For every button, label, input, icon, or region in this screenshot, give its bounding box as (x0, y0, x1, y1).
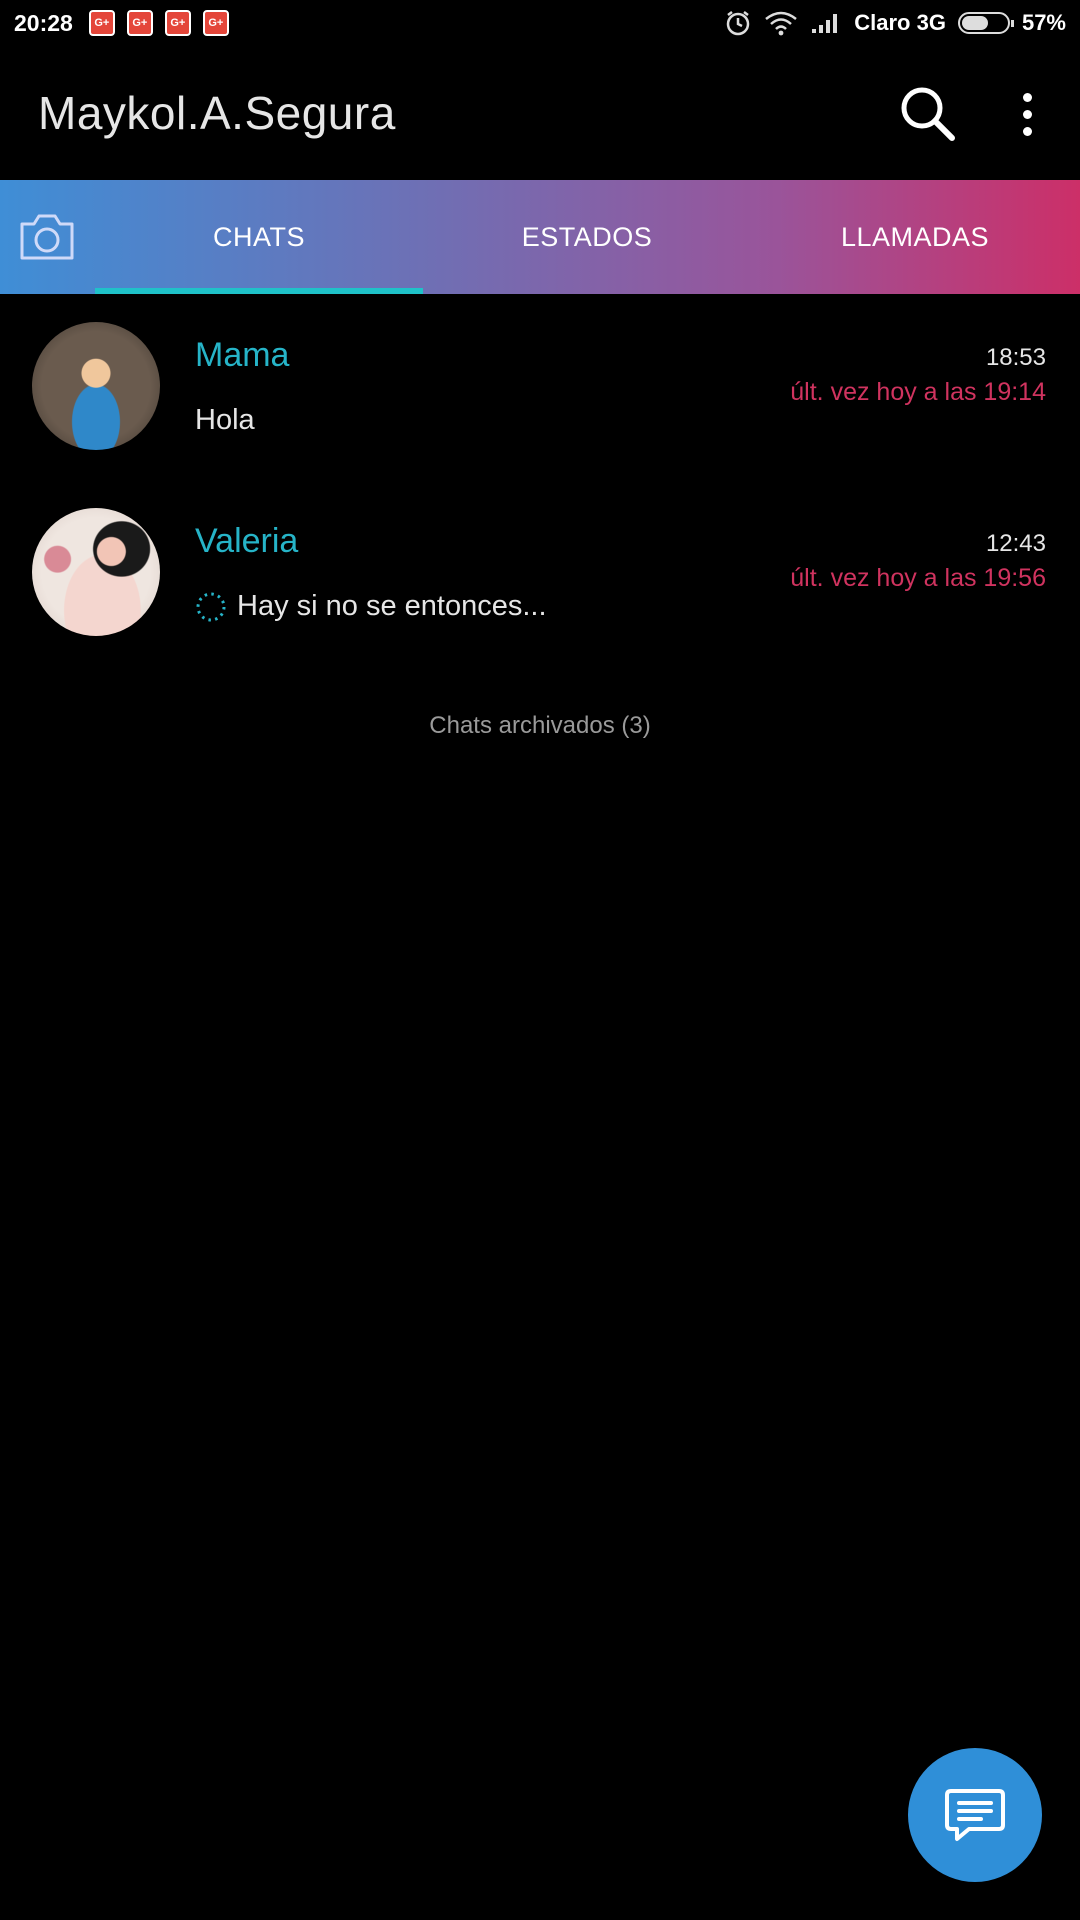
chat-last-seen: últ. vez hoy a las 19:56 (790, 564, 1046, 592)
new-chat-icon (945, 1789, 1005, 1841)
status-time: 20:28 (14, 9, 73, 36)
archived-chats-link[interactable]: Chats archivados (3) (0, 712, 1080, 740)
tab-llamadas[interactable]: LLAMADAS (751, 180, 1079, 294)
chat-time: 12:43 (985, 530, 1046, 557)
tab-chats[interactable]: CHATS (95, 180, 423, 294)
search-icon[interactable] (896, 82, 960, 146)
google-plus-icon (88, 10, 115, 36)
chat-item-valeria[interactable]: Valeria 12:43 últ. vez hoy a las 19:56 H… (0, 480, 1080, 666)
new-chat-button[interactable] (908, 1748, 1042, 1882)
app-title: Maykol.A.Segura (38, 87, 396, 139)
more-options-icon[interactable] (1010, 82, 1044, 146)
tab-estados[interactable]: ESTADOS (423, 180, 751, 294)
chat-name: Mama (195, 336, 290, 374)
chat-preview-text: Hola (195, 404, 255, 436)
alarm-icon (727, 11, 750, 36)
camera-icon[interactable] (18, 212, 76, 262)
chat-preview: Hay si no se entonces... (195, 590, 547, 623)
status-bar: 20:28 Claro 3G 57% (0, 0, 1080, 46)
chat-last-seen: últ. vez hoy a las 19:14 (790, 378, 1046, 406)
avatar[interactable] (32, 322, 160, 450)
signal-icon (812, 14, 838, 33)
carrier-label: Claro 3G (854, 10, 946, 35)
google-plus-icon (126, 10, 153, 36)
pending-clock-icon (196, 592, 226, 621)
chat-time: 18:53 (985, 344, 1046, 371)
avatar[interactable] (32, 508, 160, 636)
google-plus-icon (202, 10, 229, 36)
google-plus-icon (164, 10, 191, 36)
chat-name: Valeria (195, 522, 299, 560)
chat-preview-text: Hay si no se entonces... (237, 590, 547, 622)
tab-bar: CHATS ESTADOS LLAMADAS (0, 180, 1080, 294)
chat-item-mama[interactable]: Mama 18:53 últ. vez hoy a las 19:14 Hola (0, 294, 1080, 480)
wifi-icon (765, 11, 798, 36)
battery-percent: 57% (1021, 10, 1066, 35)
status-right: Claro 3G 57% (724, 9, 1066, 37)
battery-icon (957, 12, 1014, 34)
chat-preview: Hola (195, 404, 255, 437)
app-header: Maykol.A.Segura (0, 46, 1080, 180)
